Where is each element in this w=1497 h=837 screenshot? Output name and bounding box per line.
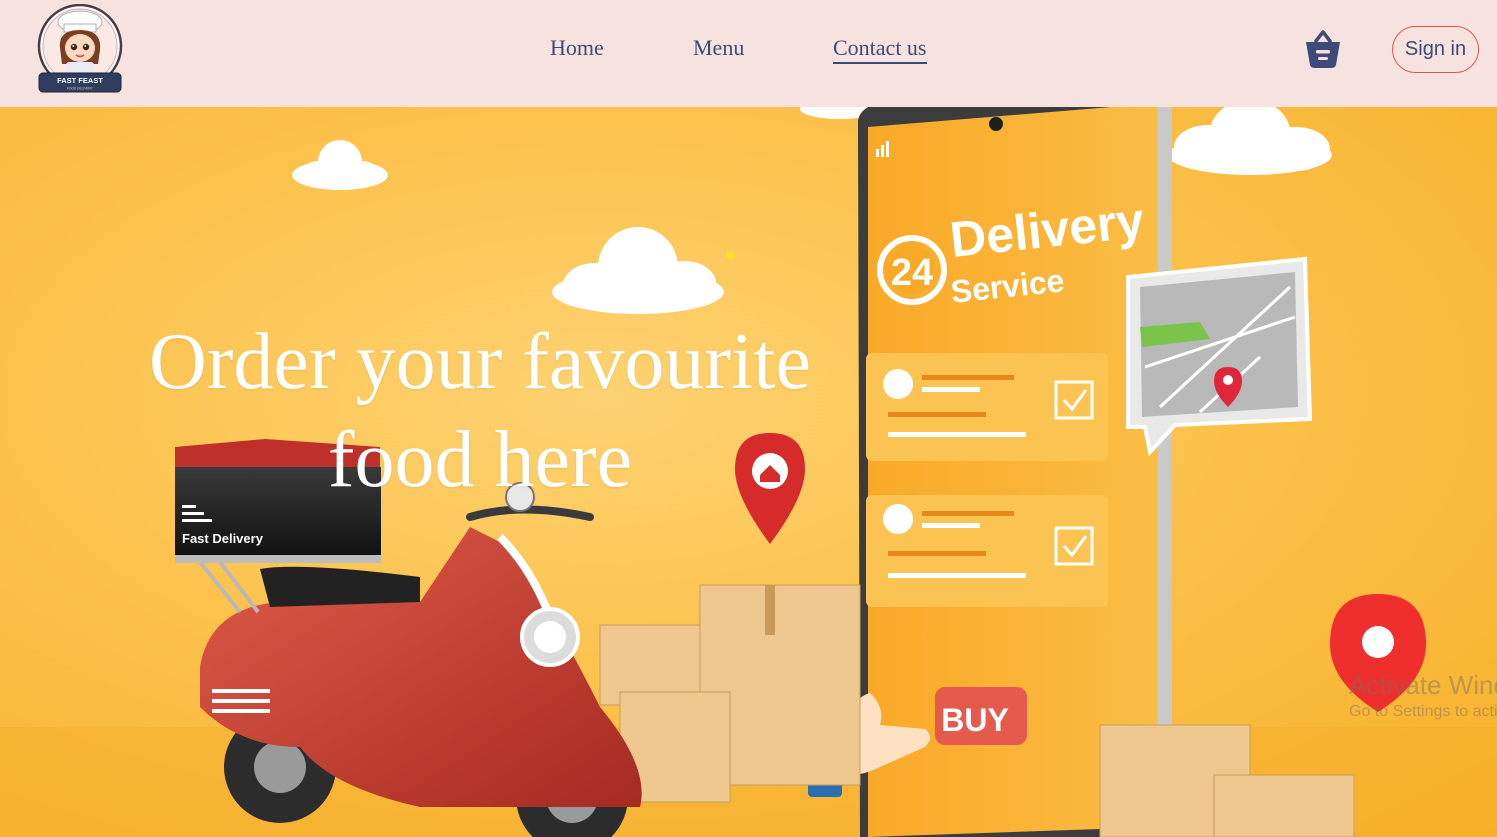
hero-headline: Order your favourite food here: [149, 318, 811, 504]
badge-number: 24: [891, 252, 933, 294]
watermark-title: Activate Windows: [1349, 670, 1497, 700]
activate-windows-watermark: Activate Windows Go to Settings to activ…: [1349, 670, 1497, 721]
logo-tagline-text: FOOD DELIVERY: [67, 87, 94, 91]
fast-feast-logo[interactable]: FAST FEAST FOOD DELIVERY: [36, 4, 124, 94]
nav-home[interactable]: Home: [550, 35, 604, 61]
nav-contact-us[interactable]: Contact us: [833, 35, 927, 64]
buy-label: BUY: [941, 702, 1009, 738]
logo-brand-text: FAST FEAST: [57, 76, 103, 85]
basket-icon[interactable]: [1303, 28, 1343, 70]
sign-in-button[interactable]: Sign in: [1392, 26, 1479, 73]
map-pin-icon: [1126, 256, 1313, 457]
hero-section: 24 Delivery Service BUY Fast Delivery Or…: [0, 107, 1497, 837]
box-label: Fast Delivery: [182, 531, 264, 546]
watermark-subtitle: Go to Settings to activate Windows.: [1349, 703, 1497, 720]
nav-menu[interactable]: Menu: [693, 35, 744, 61]
cloud-icon: [292, 140, 388, 190]
navbar: FAST FEAST FOOD DELIVERY Home Menu Conta…: [0, 0, 1497, 107]
